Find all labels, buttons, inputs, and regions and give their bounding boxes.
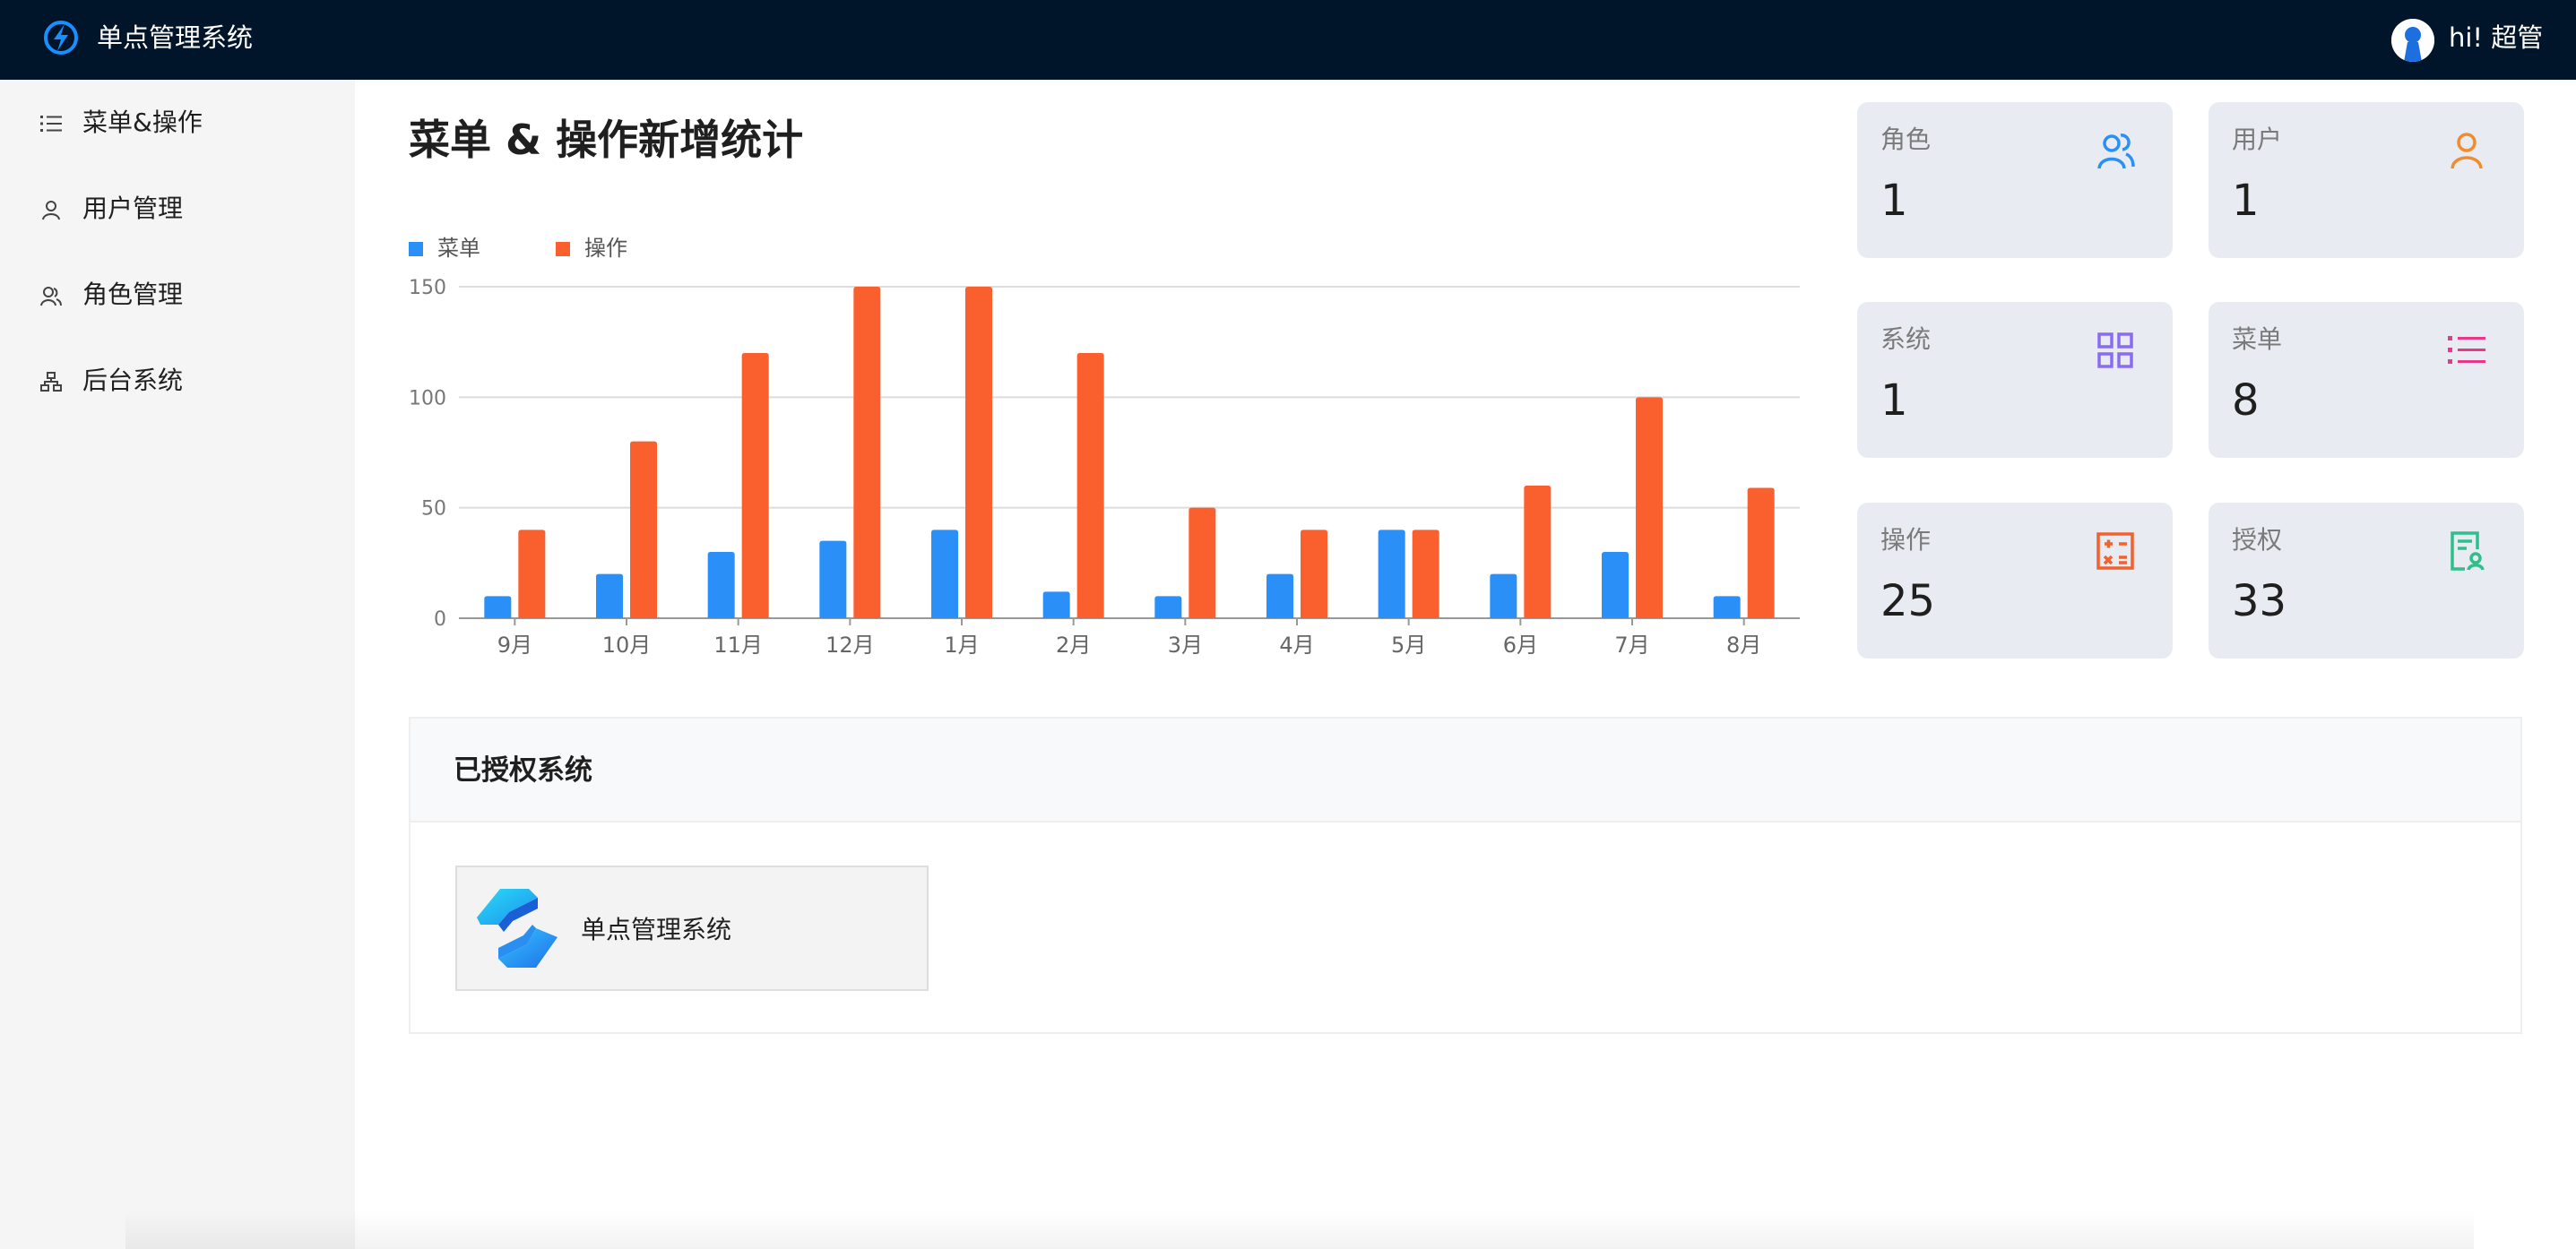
bar-menu [1713, 596, 1741, 618]
stat-label: 角色 [1880, 125, 1932, 154]
system-name: 单点管理系统 [581, 915, 732, 944]
bar-operation [965, 287, 992, 618]
team-icon [2097, 134, 2135, 169]
x-tick-label: 4月 [1279, 633, 1314, 658]
bar-operation [853, 287, 881, 618]
menu-operation-bar-chart: 菜单 操作 0 50 100 150 9月 10月 11月 12月 1月 2月 3月 4月 5月 6月 7月 8月 [409, 236, 1800, 658]
bar-operation [1301, 530, 1327, 618]
panel-header: 已授权系统 [411, 719, 2520, 823]
x-tick-label: 1月 [944, 633, 979, 658]
stat-value: 8 [2232, 375, 2260, 426]
stat-value: 25 [1880, 576, 1936, 626]
sidebar-item-label: 菜单&操作 [82, 108, 203, 137]
x-tick-label: 12月 [826, 633, 875, 658]
system-card[interactable]: 单点管理系统 [455, 866, 929, 991]
sidebar-item-label: 后台系统 [82, 366, 184, 395]
calculator-icon [2096, 532, 2134, 570]
x-tick-label: 7月 [1614, 633, 1649, 658]
legend-swatch [409, 242, 423, 256]
bar-operation [1189, 507, 1216, 618]
bar-operation [1524, 486, 1552, 618]
stat-card-operations[interactable]: 操作 25 [1857, 503, 2173, 659]
bar-operation [1747, 487, 1775, 618]
bar-operation [1076, 353, 1104, 618]
bar-menu [707, 552, 735, 618]
user-avatar-icon [2391, 19, 2434, 62]
bottom-shadow [125, 1210, 2474, 1249]
y-tick-label: 0 [434, 608, 446, 631]
x-tick-label: 2月 [1056, 633, 1091, 658]
sidebar-item-menu-operation[interactable]: 菜单&操作 [0, 94, 355, 151]
x-tick-label: 10月 [602, 633, 652, 658]
bar-menu [1266, 573, 1293, 618]
stat-card-roles[interactable]: 角色 1 [1857, 102, 2173, 258]
x-tick-label: 11月 [713, 633, 763, 658]
bar-menu [596, 573, 623, 618]
stat-value: 33 [2232, 576, 2287, 626]
app-logo-icon[interactable] [41, 18, 81, 57]
stat-label: 用户 [2232, 125, 2283, 154]
legend-label: 操作 [584, 236, 627, 261]
bar-menu [1490, 573, 1517, 618]
sidebar-item-label: 角色管理 [82, 280, 184, 309]
audit-icon [2451, 531, 2485, 571]
bar-menu [1602, 552, 1629, 618]
team-icon [40, 287, 62, 306]
system-logo-icon [477, 889, 558, 968]
stat-card-authorizations[interactable]: 授权 33 [2209, 503, 2524, 659]
list-icon [2448, 336, 2485, 364]
top-header: 单点管理系统 hi! 超管 [0, 0, 2576, 80]
stat-value: 1 [2232, 176, 2260, 226]
bar-menu [484, 596, 512, 618]
appstore-icon [2097, 332, 2133, 368]
bar-operation [518, 530, 546, 618]
legend-label: 菜单 [437, 236, 480, 261]
y-tick-label: 150 [409, 277, 446, 299]
x-tick-label: 8月 [1726, 633, 1761, 658]
stat-label: 操作 [1880, 525, 1932, 555]
bar-menu [1042, 591, 1070, 618]
legend-swatch [556, 242, 570, 256]
sidebar-item-users[interactable]: 用户管理 [0, 180, 355, 237]
cluster-icon [40, 372, 62, 392]
user-icon [2451, 133, 2483, 169]
y-tick-label: 50 [421, 498, 446, 521]
x-tick-label: 5月 [1391, 633, 1426, 658]
authorized-systems-panel: 已授权系统 单点管理系统 [409, 717, 2522, 1034]
bar-operation [1636, 397, 1663, 618]
stat-label: 授权 [2232, 525, 2283, 555]
bar-menu [1154, 596, 1182, 618]
bar-operation [630, 441, 657, 618]
list-icon [40, 116, 62, 132]
bar-menu [931, 530, 958, 618]
sidebar-item-label: 用户管理 [82, 194, 184, 223]
stat-card-menus[interactable]: 菜单 8 [2209, 302, 2524, 458]
user-icon [42, 201, 60, 220]
user-greeting[interactable]: hi! 超管 [2449, 20, 2543, 56]
stat-value: 1 [1880, 375, 1908, 426]
sidebar-item-backend-systems[interactable]: 后台系统 [0, 352, 355, 409]
sidebar-item-roles[interactable]: 角色管理 [0, 266, 355, 323]
bar-operation [1412, 530, 1439, 618]
bar-operation [741, 353, 769, 618]
stat-card-systems[interactable]: 系统 1 [1857, 302, 2173, 458]
bar-menu [819, 540, 847, 618]
stat-label: 系统 [1880, 324, 1932, 354]
sidebar: 菜单&操作 用户管理 角色管理 后台系统 [0, 80, 355, 1249]
avatar[interactable] [2391, 19, 2434, 62]
panel-title: 已授权系统 [454, 754, 592, 787]
stat-card-users[interactable]: 用户 1 [2209, 102, 2524, 258]
bar-menu [1378, 530, 1405, 618]
stat-label: 菜单 [2232, 324, 2283, 354]
app-title: 单点管理系统 [97, 22, 254, 53]
x-tick-label: 3月 [1168, 633, 1203, 658]
stat-value: 1 [1880, 176, 1908, 226]
y-tick-label: 100 [409, 387, 446, 409]
x-tick-label: 6月 [1503, 633, 1538, 658]
x-tick-label: 9月 [497, 633, 532, 658]
page-title: 菜单 & 操作新增统计 [409, 116, 804, 164]
